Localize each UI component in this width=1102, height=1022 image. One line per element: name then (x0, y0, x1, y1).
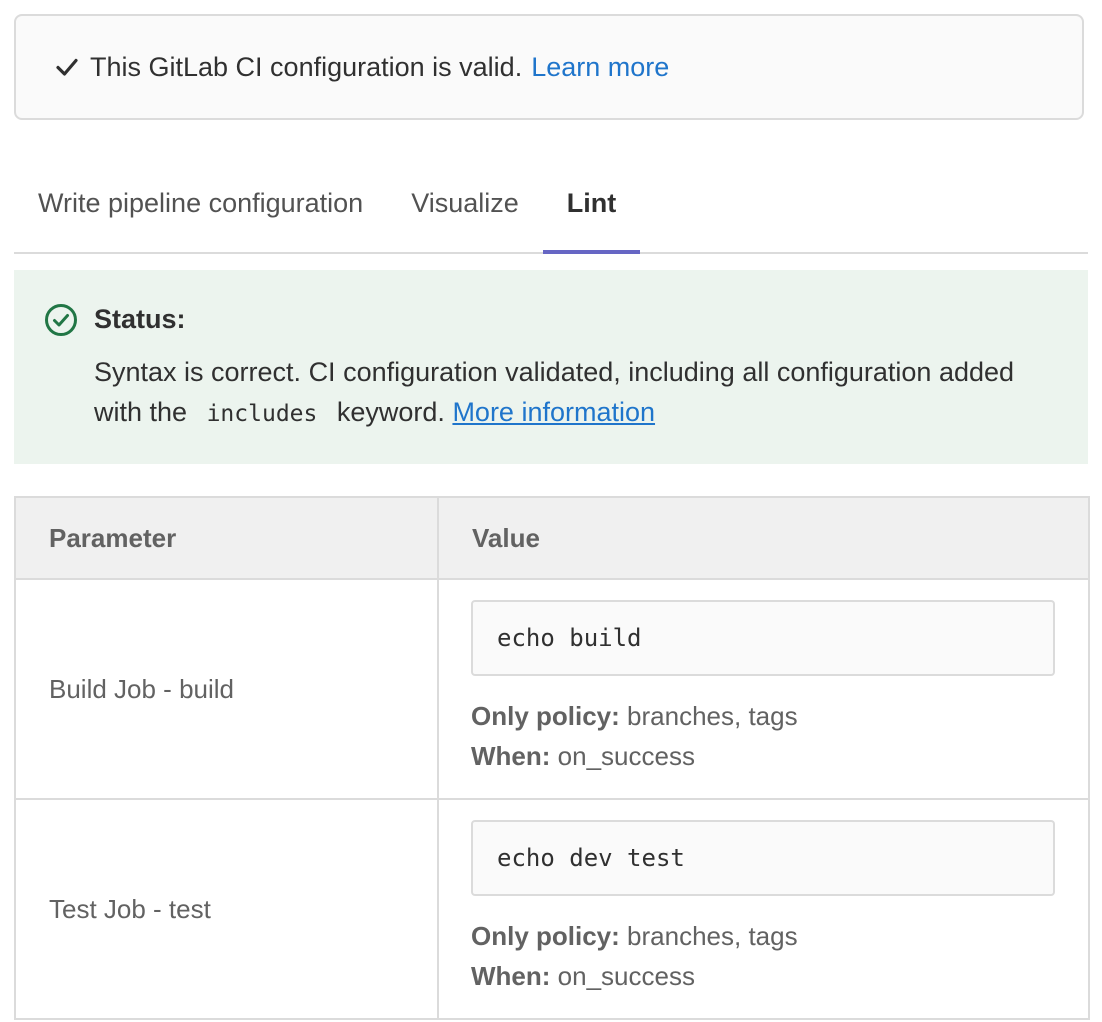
only-policy-value: branches, tags (627, 701, 798, 731)
status-title: Status: (94, 304, 186, 334)
table-row: Build Job - build echo build Only policy… (14, 578, 1090, 800)
job-parameter: Build Job - build (14, 578, 439, 800)
status-message-suffix: keyword. (336, 397, 445, 427)
job-script: echo dev test (471, 820, 1055, 896)
when-policy: When: on_success (471, 736, 1055, 776)
job-parameter: Test Job - test (14, 798, 439, 1020)
check-icon (54, 54, 80, 80)
job-script: echo build (471, 600, 1055, 676)
only-policy-label: Only policy: (471, 921, 620, 951)
learn-more-link[interactable]: Learn more (531, 52, 669, 83)
includes-keyword: includes (206, 401, 318, 427)
tab-visualize[interactable]: Visualize (387, 154, 543, 252)
table-header-row: Parameter Value (14, 496, 1090, 580)
tab-write-pipeline-configuration[interactable]: Write pipeline configuration (14, 154, 387, 252)
check-circle-icon (44, 303, 78, 337)
only-policy-value: branches, tags (627, 921, 798, 951)
when-value: on_success (557, 961, 695, 991)
lint-results-table: Parameter Value Build Job - build echo b… (14, 496, 1090, 1020)
job-value: echo dev test Only policy: branches, tag… (437, 798, 1090, 1020)
validity-message: This GitLab CI configuration is valid. (90, 51, 523, 82)
value-column-header: Value (437, 496, 1090, 580)
tab-bar: Write pipeline configuration Visualize L… (14, 160, 1088, 254)
job-value: echo build Only policy: branches, tags W… (437, 578, 1090, 800)
status-alert: Status: Syntax is correct. CI configurat… (14, 270, 1088, 464)
when-value: on_success (557, 741, 695, 771)
table-row: Test Job - test echo dev test Only polic… (14, 798, 1090, 1020)
parameter-column-header: Parameter (14, 496, 439, 580)
when-label: When: (471, 961, 551, 991)
only-policy: Only policy: branches, tags (471, 916, 1055, 956)
when-label: When: (471, 741, 551, 771)
validity-banner: This GitLab CI configuration is valid. L… (14, 14, 1084, 120)
only-policy-label: Only policy: (471, 701, 620, 731)
more-information-link[interactable]: More information (452, 397, 655, 427)
tab-lint[interactable]: Lint (542, 154, 641, 254)
when-policy: When: on_success (471, 956, 1055, 996)
status-message: Syntax is correct. CI configuration vali… (94, 352, 1054, 434)
only-policy: Only policy: branches, tags (471, 696, 1055, 736)
